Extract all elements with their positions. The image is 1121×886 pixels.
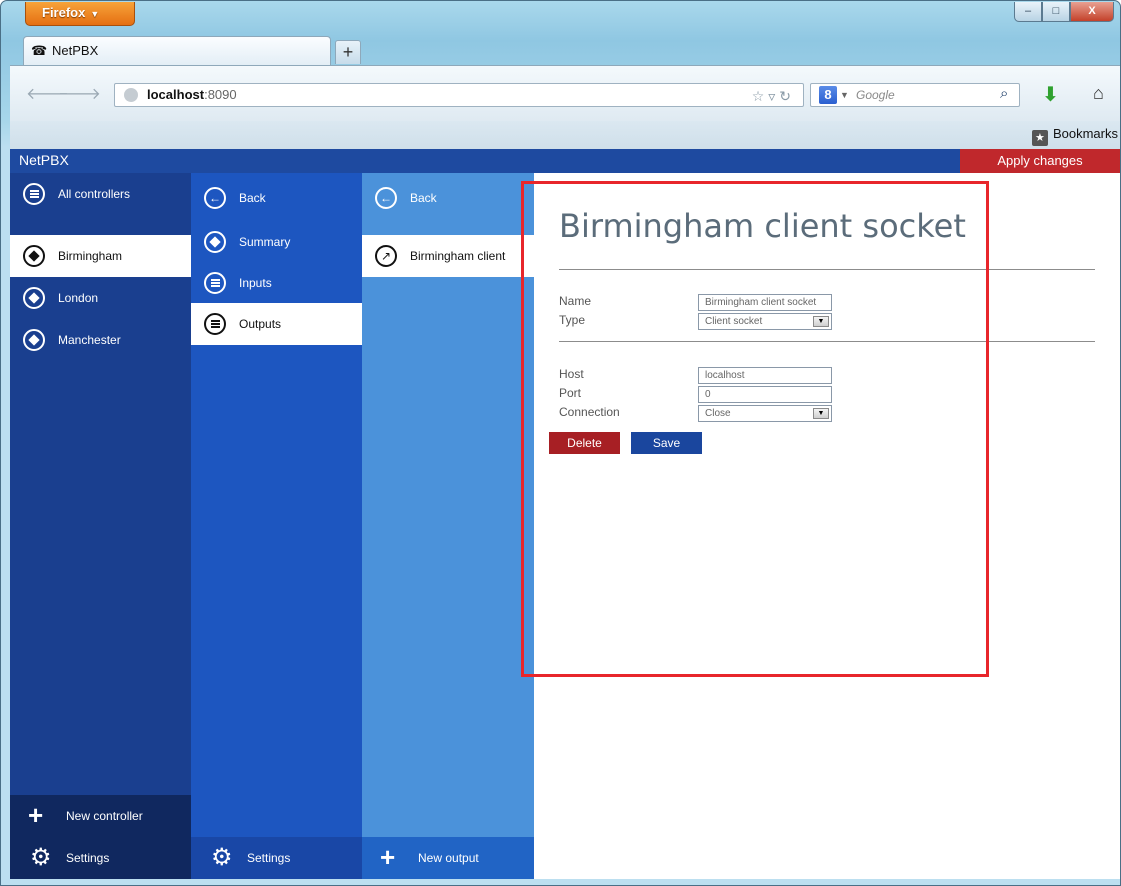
app-header: NetPBX Apply changes xyxy=(10,149,1120,173)
diamond-icon xyxy=(23,287,45,309)
gear-icon: ⚙ xyxy=(211,844,233,871)
arrow-up-right-icon: ↗ xyxy=(375,245,397,267)
sections-footer: ⚙ Settings xyxy=(191,837,362,879)
highlight-box xyxy=(521,181,989,677)
minimize-button[interactable]: – xyxy=(1014,2,1042,22)
new-controller-button[interactable]: + New controller xyxy=(10,795,191,837)
bookmark-star-icon: ★ xyxy=(1031,130,1048,146)
back-button[interactable]: ← Back xyxy=(191,177,362,219)
home-icon[interactable]: ⌂ xyxy=(1093,83,1104,104)
section-item-outputs[interactable]: Outputs xyxy=(191,303,362,345)
diamond-icon xyxy=(23,245,45,267)
controller-item-london[interactable]: London xyxy=(10,277,191,319)
tab-title: NetPBX xyxy=(52,43,99,58)
controllers-footer: + New controller ⚙ Settings xyxy=(10,795,191,879)
list-icon xyxy=(23,183,45,205)
controller-item-manchester[interactable]: Manchester xyxy=(10,319,191,361)
download-arrow-icon[interactable]: ⬇ xyxy=(1042,82,1059,107)
plus-icon: + xyxy=(380,842,396,872)
url-bar[interactable]: localhost:8090 ☆▿↻ xyxy=(114,83,804,107)
search-bar[interactable]: 8 ▼ Google xyxy=(810,83,1020,107)
chevron-down-icon: ▼ xyxy=(840,90,849,100)
controller-sections-column: ← Back Summary Inputs Outputs ⚙ Settings xyxy=(191,173,362,879)
output-item-birmingham-client[interactable]: ↗ Birmingham client xyxy=(362,235,534,277)
globe-icon xyxy=(124,88,138,102)
search-placeholder: Google xyxy=(856,88,895,102)
settings-button[interactable]: ⚙ Settings xyxy=(191,837,362,879)
browser-tab[interactable]: ☎ NetPBX xyxy=(23,36,331,65)
bookmarks-button[interactable]: ★ Bookmarks xyxy=(1031,126,1118,146)
search-icon[interactable]: ⌕ xyxy=(1000,85,1008,102)
navigation-toolbar: 🡐 🡒 localhost:8090 ☆▿↻ 8 ▼ Google ⌕ ⬇ ⌂ xyxy=(10,65,1120,121)
chevron-down-icon: ▼ xyxy=(90,9,100,19)
controller-item-birmingham[interactable]: Birmingham xyxy=(10,235,191,277)
new-tab-button[interactable]: + xyxy=(335,40,361,64)
maximize-button[interactable]: □ xyxy=(1042,2,1070,22)
apply-changes-button[interactable]: Apply changes xyxy=(960,149,1120,173)
google-logo-icon: 8 xyxy=(819,86,837,104)
diamond-icon xyxy=(204,231,226,253)
back-arrow-icon: ← xyxy=(204,187,226,209)
bookmarks-toolbar: ★ Bookmarks xyxy=(10,121,1120,149)
new-output-button[interactable]: + New output xyxy=(362,837,534,879)
url-port: :8090 xyxy=(204,87,237,102)
url-host: localhost xyxy=(147,87,205,102)
back-arrow-icon: ← xyxy=(375,187,397,209)
gear-icon: ⚙ xyxy=(30,844,52,871)
firefox-menu-button[interactable]: Firefox ▼ xyxy=(25,2,135,26)
plus-icon: + xyxy=(28,800,44,830)
all-controllers-item[interactable]: All controllers xyxy=(10,173,191,215)
settings-button[interactable]: ⚙ Settings xyxy=(10,837,191,879)
netpbx-favicon-icon: ☎ xyxy=(31,43,48,58)
controllers-column: All controllers Birmingham London Manche… xyxy=(10,173,191,879)
section-item-summary[interactable]: Summary xyxy=(191,221,362,263)
app-title: NetPBX xyxy=(19,152,69,168)
outputs-column: ← Back ↗ Birmingham client + New output xyxy=(362,173,534,879)
list-icon xyxy=(204,272,226,294)
back-button[interactable]: ← Back xyxy=(362,177,534,219)
list-icon xyxy=(204,313,226,335)
forward-arrow-icon[interactable]: 🡒 xyxy=(58,83,101,104)
close-button[interactable]: X xyxy=(1070,2,1114,22)
window-controls: – □ X xyxy=(1014,2,1114,22)
outputs-footer: + New output xyxy=(362,837,534,879)
bookmark-star-reload-icons[interactable]: ☆▿↻ xyxy=(752,85,795,107)
diamond-icon xyxy=(23,329,45,351)
section-item-inputs[interactable]: Inputs xyxy=(191,262,362,304)
